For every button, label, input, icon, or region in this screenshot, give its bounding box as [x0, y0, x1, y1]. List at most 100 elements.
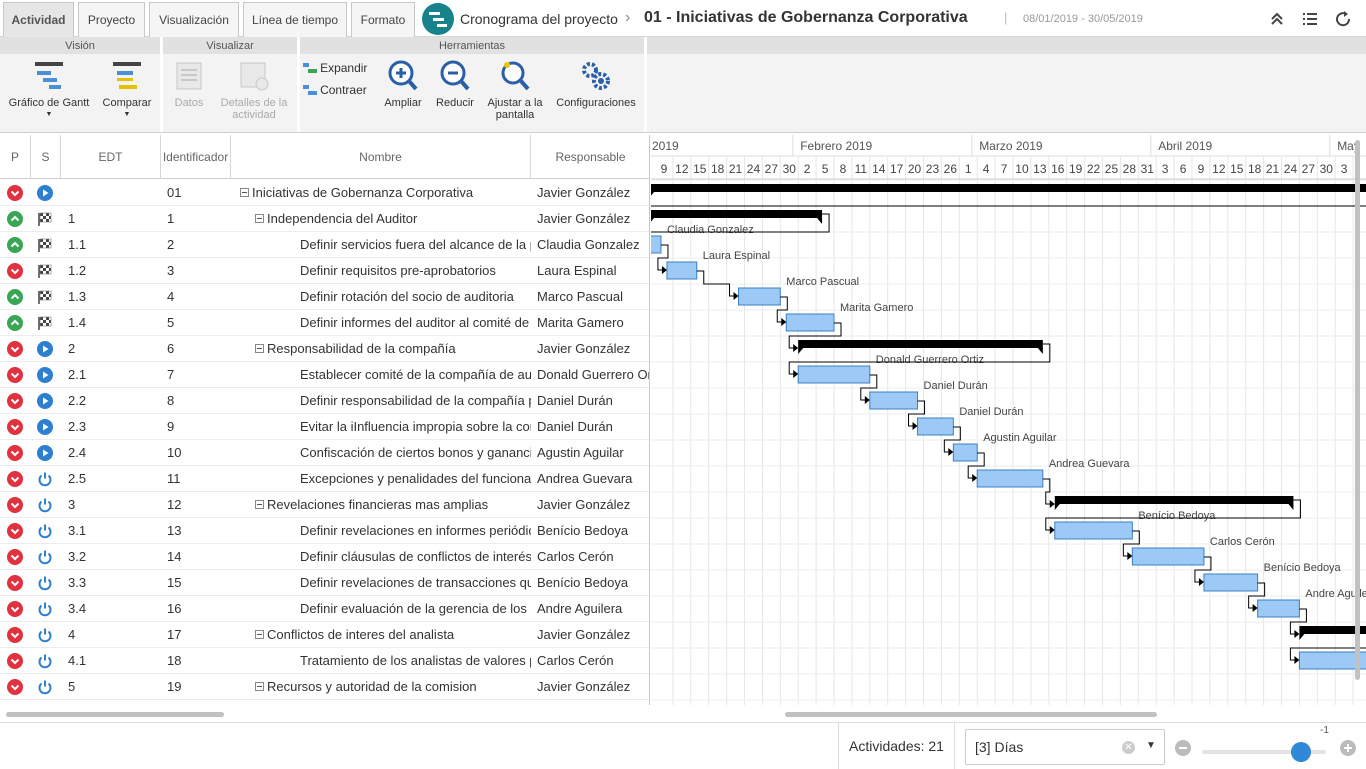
- data-button[interactable]: Datos: [166, 59, 212, 109]
- name-cell[interactable]: Definir evaluación de la gerencia de los…: [285, 596, 531, 622]
- collapse-toggle-icon[interactable]: [255, 682, 264, 692]
- task-bar[interactable]: [869, 391, 919, 410]
- chart-vertical-scrollbar[interactable]: [1355, 140, 1360, 680]
- table-row[interactable]: 1.1 2 Definir servicios fuera del alcance …: [0, 232, 649, 258]
- column-header-edt[interactable]: EDT: [61, 135, 161, 179]
- column-header-p[interactable]: P: [0, 135, 31, 179]
- column-header-nombre[interactable]: Nombre: [231, 135, 531, 179]
- name-cell[interactable]: Excepciones y penalidades del funcionari…: [285, 466, 531, 492]
- table-row[interactable]: 2.2 8 Definir responsabilidad de la compañ…: [0, 388, 649, 414]
- name-cell[interactable]: Definir responsabilidad de la compañía p…: [285, 388, 531, 414]
- zoom-scale-select[interactable]: [3] Días ✕ ▼: [965, 729, 1165, 765]
- chevron-down-icon[interactable]: ▼: [1146, 740, 1156, 751]
- name-cell[interactable]: Revelaciones financieras mas amplias: [255, 492, 531, 518]
- tab-linea-de-tiempo[interactable]: Línea de tiempo: [243, 2, 347, 37]
- tab-visualizacion[interactable]: Visualización: [149, 2, 239, 37]
- name-cell[interactable]: Definir revelaciones en informes periódi…: [285, 518, 531, 544]
- fit-to-screen-button[interactable]: Ajustar a la pantalla: [484, 59, 546, 121]
- name-cell[interactable]: Definir revelaciones de transacciones qu…: [285, 570, 531, 596]
- collapse-toggle-icon[interactable]: [255, 630, 264, 640]
- table-row[interactable]: 2.3 9 Evitar la iInfluencia impropia sobre…: [0, 414, 649, 440]
- task-bar[interactable]: [1054, 521, 1133, 540]
- name-cell[interactable]: Definir rotación del socio de auditoria: [285, 284, 531, 310]
- task-bar[interactable]: [1131, 547, 1205, 566]
- task-bar[interactable]: [1203, 573, 1259, 592]
- collapse-toggle-icon[interactable]: [255, 500, 264, 510]
- column-header-identificador[interactable]: Identificador: [161, 135, 231, 179]
- task-bar[interactable]: [666, 261, 698, 280]
- name-cell[interactable]: Conflictos de interes del analista: [255, 622, 531, 648]
- clear-icon[interactable]: ✕: [1122, 741, 1135, 754]
- name-cell[interactable]: Definir requisitos pre-aprobatorios: [285, 258, 531, 284]
- tab-actividad[interactable]: Actividad: [3, 2, 74, 37]
- name-cell[interactable]: Definir informes del auditor al comité d…: [285, 310, 531, 336]
- name-cell[interactable]: Iniciativas de Gobernanza Corporativa: [240, 180, 531, 206]
- task-bar[interactable]: [1257, 599, 1300, 618]
- table-row[interactable]: 01 Iniciativas de Gobernanza Corporativa J…: [0, 180, 649, 206]
- name-cell[interactable]: Responsabilidad de la compañía: [255, 336, 531, 362]
- list-icon[interactable]: [1301, 10, 1319, 28]
- summary-bar[interactable]: [1054, 496, 1294, 504]
- chart-horizontal-scrollbar[interactable]: [651, 705, 1366, 722]
- collapse-toggle-icon[interactable]: [255, 344, 264, 354]
- gantt-chart-canvas[interactable]: 2019 Febrero 2019 Marzo 2019 Abril 2019 May9…: [651, 135, 1366, 705]
- grid-scroll-thumb[interactable]: [6, 712, 224, 717]
- table-row[interactable]: 5 19 Recursos y autoridad de la comision Ja…: [0, 674, 649, 700]
- table-row[interactable]: 1 1 Independencia del Auditor Javier Gonzál…: [0, 206, 649, 232]
- zoom-minus-icon[interactable]: [1175, 740, 1191, 756]
- refresh-icon[interactable]: [1334, 10, 1352, 28]
- name-cell[interactable]: Definir cláusulas de conflictos de inter…: [285, 544, 531, 570]
- zoom-plus-icon[interactable]: [1340, 740, 1356, 756]
- name-cell[interactable]: Confiscación de ciertos bonos y ganancia…: [285, 440, 531, 466]
- zoom-out-button[interactable]: Reducir: [433, 59, 477, 109]
- project-breadcrumb[interactable]: Cronograma del proyecto: [460, 11, 618, 27]
- name-cell[interactable]: Tratamiento de los analistas de valores …: [285, 648, 531, 674]
- compare-button[interactable]: Comparar ▼: [97, 59, 157, 118]
- column-header-responsable[interactable]: Responsable: [531, 135, 649, 179]
- task-bar[interactable]: [738, 287, 781, 306]
- collapse-toggle-icon[interactable]: [240, 188, 249, 198]
- chart-scroll-thumb[interactable]: [785, 712, 1157, 717]
- zoom-slider[interactable]: [1202, 742, 1326, 762]
- table-row[interactable]: 4.1 18 Tratamiento de los analistas de val…: [0, 648, 649, 674]
- table-row[interactable]: 2.5 11 Excepciones y penalidades del funci…: [0, 466, 649, 492]
- task-bar[interactable]: [976, 469, 1044, 488]
- zoom-slider-knob[interactable]: [1291, 742, 1312, 762]
- name-cell[interactable]: Recursos y autoridad de la comision: [255, 674, 531, 700]
- grid-horizontal-scrollbar[interactable]: [0, 705, 650, 722]
- table-row[interactable]: 2 6 Responsabilidad de la compañía Javier G…: [0, 336, 649, 362]
- task-bar[interactable]: [917, 417, 954, 436]
- table-row[interactable]: 3.3 15 Definir revelaciones de transaccion…: [0, 570, 649, 596]
- table-row[interactable]: 2.4 10 Confiscación de ciertos bonos y gan…: [0, 440, 649, 466]
- expand-button[interactable]: Expandir: [303, 61, 375, 75]
- name-cell[interactable]: Definir servicios fuera del alcance de l…: [285, 232, 531, 258]
- summary-bar[interactable]: [651, 184, 1366, 192]
- table-row[interactable]: 3.1 13 Definir revelaciones en informes pe…: [0, 518, 649, 544]
- task-bar[interactable]: [651, 235, 662, 254]
- gantt-chart[interactable]: 2019 Febrero 2019 Marzo 2019 Abril 2019 May 9…: [651, 135, 1366, 705]
- tab-proyecto[interactable]: Proyecto: [78, 2, 145, 37]
- settings-button[interactable]: Configuraciones: [552, 59, 640, 109]
- collapse-button[interactable]: Contraer: [303, 83, 375, 97]
- zoom-in-button[interactable]: Ampliar: [382, 59, 424, 109]
- table-row[interactable]: 3.4 16 Definir evaluación de la gerencia d…: [0, 596, 649, 622]
- tab-formato[interactable]: Formato: [351, 2, 415, 37]
- collapse-toggle-icon[interactable]: [255, 214, 264, 224]
- summary-bar[interactable]: [651, 210, 823, 218]
- collapse-up-icon[interactable]: [1268, 10, 1286, 28]
- table-row[interactable]: 4 17 Conflictos de interes del analista Jav…: [0, 622, 649, 648]
- table-row[interactable]: 1.3 4 Definir rotación del socio de audito…: [0, 284, 649, 310]
- table-row[interactable]: 3.2 14 Definir cláusulas de conflictos de …: [0, 544, 649, 570]
- summary-bar[interactable]: [798, 340, 1043, 348]
- table-row[interactable]: 2.1 7 Establecer comité de la compañía de …: [0, 362, 649, 388]
- task-bar[interactable]: [785, 313, 835, 332]
- task-bar[interactable]: [797, 365, 871, 384]
- table-row[interactable]: 1.4 5 Definir informes del auditor al comi…: [0, 310, 649, 336]
- gantt-chart-button[interactable]: Gráfico de Gantt ▼: [4, 59, 94, 118]
- name-cell[interactable]: Evitar la iInfluencia impropia sobre la …: [285, 414, 531, 440]
- name-cell[interactable]: Establecer comité de la compañía de audi…: [285, 362, 531, 388]
- name-cell[interactable]: Independencia del Auditor: [255, 206, 531, 232]
- table-row[interactable]: 3 12 Revelaciones financieras mas amplias J…: [0, 492, 649, 518]
- column-header-s[interactable]: S: [31, 135, 61, 179]
- activity-details-button[interactable]: Detalles de la actividad: [214, 59, 294, 121]
